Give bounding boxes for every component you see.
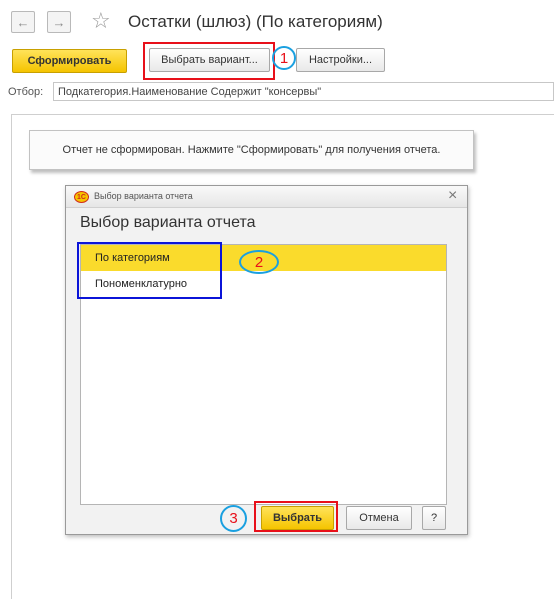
app-logo-icon: 1С [74,191,89,203]
report-not-generated-message: Отчет не сформирован. Нажмите "Сформиров… [29,130,474,170]
generate-button[interactable]: Сформировать [12,49,127,73]
dialog-heading: Выбор варианта отчета [80,214,256,231]
report-message-text: Отчет не сформирован. Нажмите "Сформиров… [62,144,441,156]
dialog-caption: Выбор варианта отчета [94,191,193,201]
select-button-highlight [254,501,338,532]
settings-button[interactable]: Настройки... [296,48,385,72]
favorite-star-icon[interactable]: ☆ [91,9,111,33]
back-button[interactable]: ← [11,11,35,33]
choose-variant-highlight [143,42,275,80]
forward-button[interactable]: → [47,11,71,33]
filter-value: Подкатегория.Наименование Содержит "конс… [58,85,322,98]
filter-label: Отбор: [8,86,44,98]
marker-2: 2 [239,250,279,274]
page-title: Остатки (шлюз) (По категориям) [128,12,383,31]
cancel-button[interactable]: Отмена [346,506,412,530]
variants-highlight [77,242,222,299]
variant-dialog: 1С Выбор варианта отчета × Выбор вариант… [65,185,468,535]
close-icon[interactable]: × [448,187,457,205]
filter-field[interactable]: Подкатегория.Наименование Содержит "конс… [53,82,554,101]
help-button[interactable]: ? [422,506,446,530]
marker-3: 3 [220,505,247,532]
arrow-right-icon: → [52,14,66,30]
marker-1: 1 [272,46,296,70]
arrow-left-icon: ← [16,14,30,30]
dialog-caption-bar: 1С Выбор варианта отчета × [66,186,467,208]
